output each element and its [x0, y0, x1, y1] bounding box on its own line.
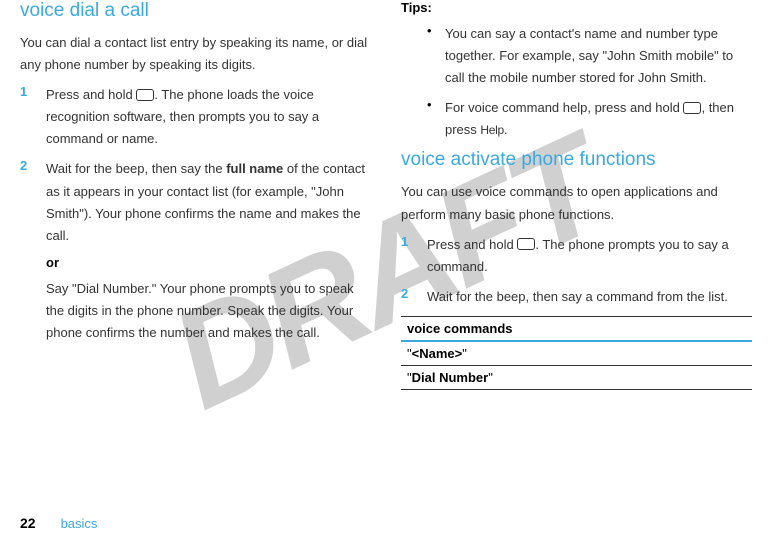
step-number: 2	[20, 158, 46, 246]
step-2: 2 Wait for the beep, then say the full n…	[20, 158, 371, 246]
table-cell: "Dial Number"	[401, 365, 752, 389]
tips-label: Tips:	[401, 0, 752, 15]
step-number: 1	[20, 84, 46, 150]
intro-text: You can dial a contact list entry by spe…	[20, 32, 371, 76]
step-1: 1 Press and hold . The phone loads the v…	[20, 84, 371, 150]
or-text: Say "Dial Number." Your phone prompts yo…	[46, 278, 371, 344]
intro-text: You can use voice commands to open appli…	[401, 181, 752, 225]
step-text: Wait for the beep, then say the full nam…	[46, 158, 371, 246]
text-part: Press and hold	[427, 237, 517, 252]
page-number: 22	[20, 515, 36, 531]
text-part: For voice command help, press and hold	[445, 100, 683, 115]
bullet-1: • You can say a contact's name and numbe…	[427, 23, 752, 89]
button-icon	[136, 89, 154, 101]
table-row: "Dial Number"	[401, 365, 752, 389]
step-2: 2 Wait for the beep, then say a command …	[401, 286, 752, 308]
step-number: 2	[401, 286, 427, 308]
table-header-row: voice commands	[401, 316, 752, 341]
button-icon	[517, 238, 535, 250]
bold-text: full name	[226, 161, 283, 176]
bullet-marker: •	[427, 97, 445, 141]
left-column: voice dial a call You can dial a contact…	[20, 0, 371, 390]
table-row: "<Name>"	[401, 341, 752, 366]
right-column: Tips: • You can say a contact's name and…	[401, 0, 752, 390]
or-label: or	[46, 255, 371, 270]
bullet-2: • For voice command help, press and hold…	[427, 97, 752, 141]
text-part: "	[488, 370, 493, 385]
page-content: voice dial a call You can dial a contact…	[0, 0, 772, 390]
text-part: Wait for the beep, then say the	[46, 161, 226, 176]
step-1: 1 Press and hold . The phone prompts you…	[401, 234, 752, 278]
step-text: Press and hold . The phone loads the voi…	[46, 84, 371, 150]
text-part: Press and hold	[46, 87, 136, 102]
heading-voice-activate: voice activate phone functions	[401, 149, 752, 171]
page-footer: 22 basics	[20, 515, 97, 531]
bullet-text: You can say a contact's name and number …	[445, 23, 752, 89]
bullet-text: For voice command help, press and hold ,…	[445, 97, 752, 141]
button-icon	[683, 102, 701, 114]
voice-commands-table: voice commands "<Name>" "Dial Number"	[401, 316, 752, 390]
heading-voice-dial: voice dial a call	[20, 0, 371, 22]
text-part: "	[462, 346, 467, 361]
table-header: voice commands	[401, 316, 752, 341]
step-number: 1	[401, 234, 427, 278]
bold-text: Dial Number	[412, 370, 489, 385]
section-label: basics	[61, 516, 98, 531]
step-text: Press and hold . The phone prompts you t…	[427, 234, 752, 278]
table-cell: "<Name>"	[401, 341, 752, 366]
help-label: Help	[480, 123, 503, 137]
step-text: Wait for the beep, then say a command fr…	[427, 286, 728, 308]
bullet-marker: •	[427, 23, 445, 89]
bold-text: <Name>	[412, 346, 463, 361]
text-part: .	[504, 122, 508, 137]
